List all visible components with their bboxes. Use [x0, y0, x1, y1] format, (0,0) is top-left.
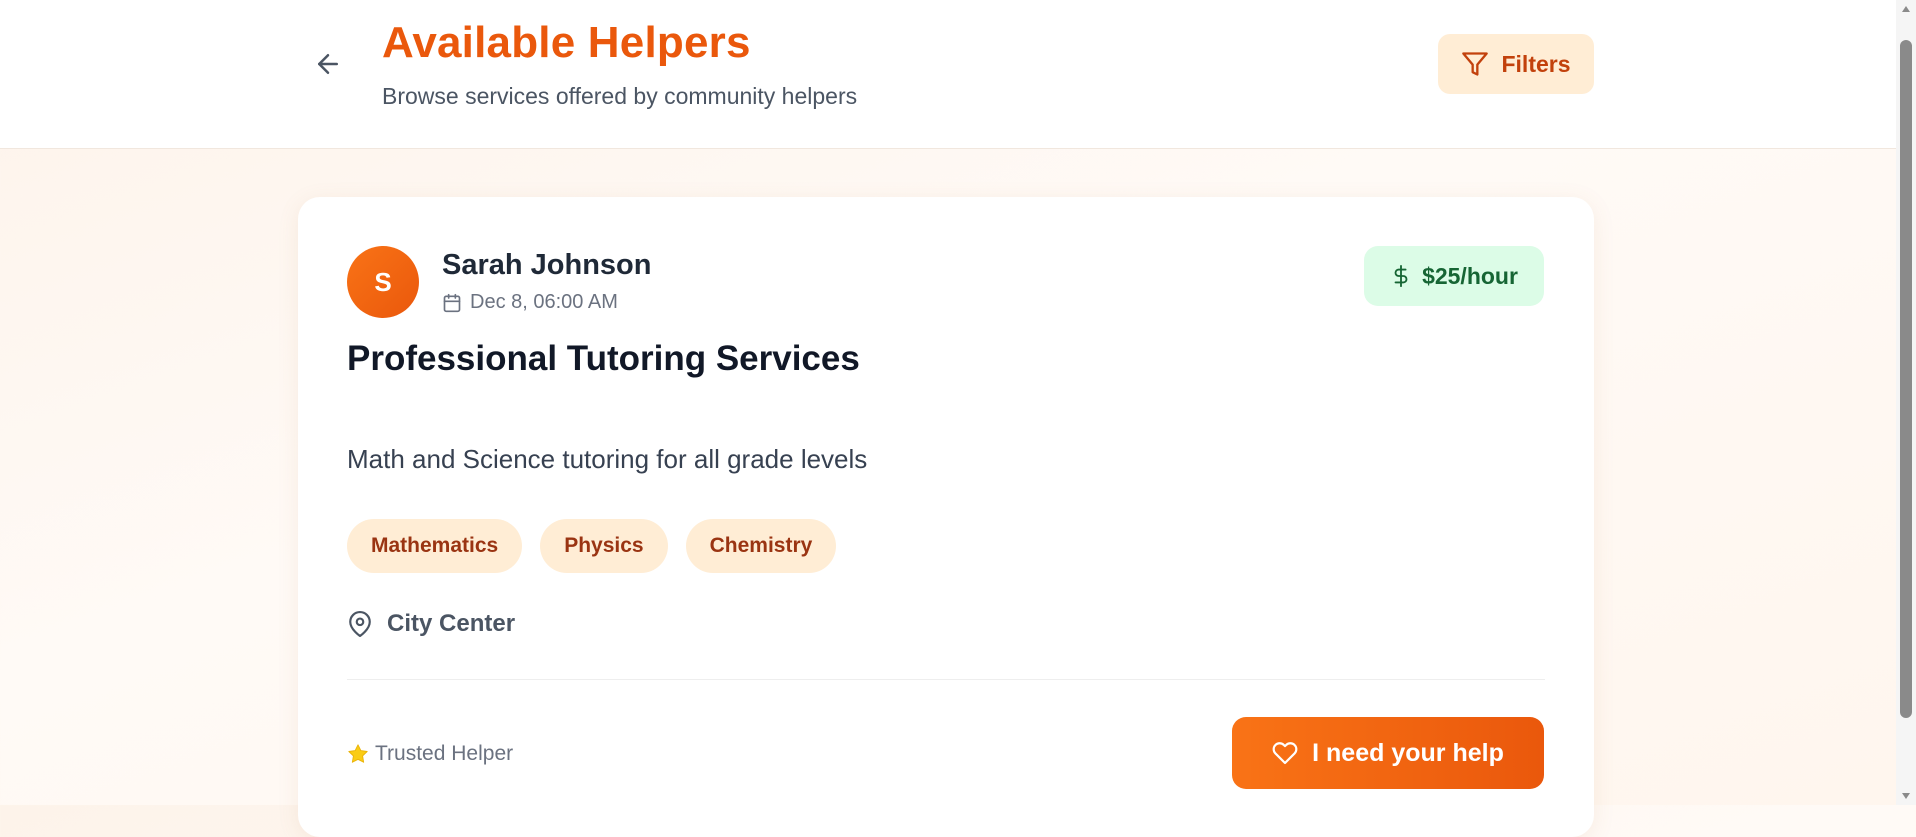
- tag-mathematics: Mathematics: [347, 519, 523, 573]
- post-date: Dec 8, 06:00 AM: [442, 291, 618, 314]
- calendar-icon: [443, 293, 461, 312]
- scroll-up-arrow-icon[interactable]: [1896, 0, 1916, 18]
- location: City Center: [347, 610, 515, 638]
- tag-list: Mathematics Physics Chemistry: [347, 519, 837, 573]
- tag-chemistry: Chemistry: [685, 519, 837, 573]
- divider: [347, 679, 1545, 680]
- trusted-helper-label: Trusted Helper: [375, 742, 514, 765]
- price-badge: $25/hour: [1364, 246, 1544, 306]
- avatar: S: [347, 246, 419, 318]
- scrollbar-thumb[interactable]: [1900, 40, 1912, 718]
- heart-icon: [1272, 742, 1298, 765]
- location-text: City Center: [387, 610, 516, 637]
- filters-button-label: Filters: [1501, 50, 1571, 77]
- page-subtitle: Browse services offered by community hel…: [382, 83, 858, 109]
- map-pin-icon: [349, 611, 371, 637]
- service-title: Professional Tutoring Services: [347, 339, 860, 378]
- page-header: Available Helpers Browse services offere…: [0, 0, 1896, 149]
- price-text: $25/hour: [1422, 262, 1518, 289]
- funnel-icon: [1462, 52, 1489, 76]
- arrow-left-icon: [318, 54, 338, 74]
- filters-button[interactable]: Filters: [1438, 34, 1594, 94]
- dollar-icon: [1394, 265, 1408, 287]
- help-button-label: I need your help: [1312, 738, 1504, 767]
- tag-physics: Physics: [540, 519, 668, 573]
- back-button[interactable]: [308, 44, 348, 84]
- date-text: Dec 8, 06:00 AM: [470, 291, 618, 313]
- vertical-scrollbar[interactable]: [1896, 0, 1916, 805]
- helper-name: Sarah Johnson: [442, 249, 652, 281]
- scroll-down-arrow-icon[interactable]: [1896, 787, 1916, 805]
- star-icon: [348, 744, 368, 763]
- service-description: Math and Science tutoring for all grade …: [347, 444, 868, 474]
- i-need-your-help-button[interactable]: I need your help: [1232, 717, 1544, 789]
- helper-card: S Sarah Johnson Dec 8, 06:00 AM $25/hour…: [298, 197, 1594, 837]
- trusted-helper-badge: Trusted Helper: [347, 742, 513, 766]
- page-title: Available Helpers: [382, 18, 751, 67]
